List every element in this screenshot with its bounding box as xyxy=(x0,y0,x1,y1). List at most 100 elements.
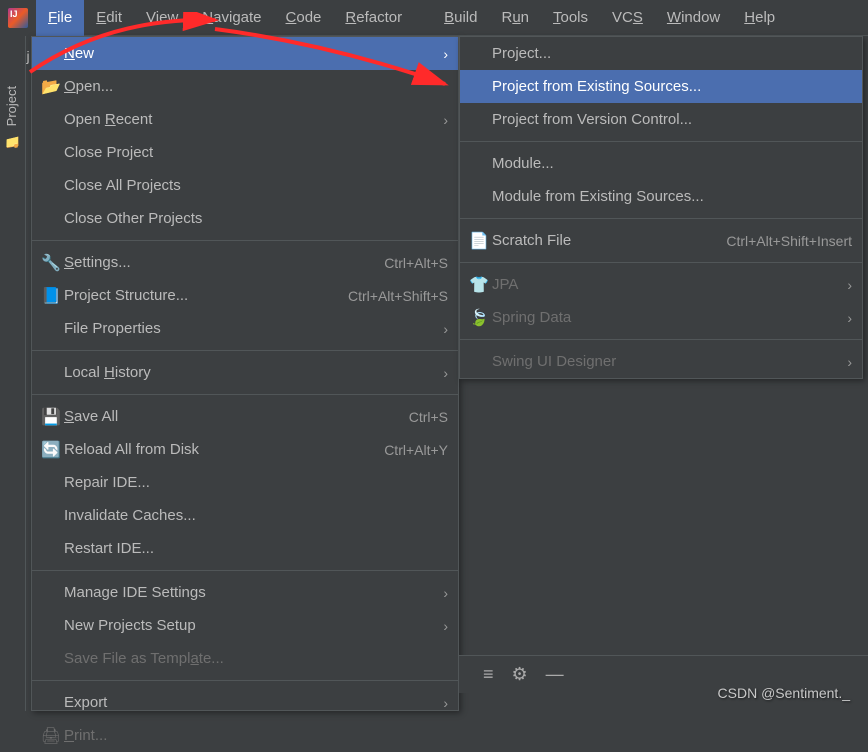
file-menu-item-local-history[interactable]: Local History› xyxy=(32,356,458,389)
menu-item-icon: 🖨 xyxy=(38,726,64,746)
file-menu-item-invalidate-caches[interactable]: Invalidate Caches... xyxy=(32,499,458,532)
menu-item-label: Project from Version Control... xyxy=(492,111,852,128)
menu-item-label: Project Structure... xyxy=(64,287,328,304)
new-menu-item-module[interactable]: Module... xyxy=(460,147,862,180)
file-menu-item-new[interactable]: New› xyxy=(32,37,458,70)
menu-item-shortcut: Ctrl+Alt+Shift+Insert xyxy=(706,233,852,249)
menu-item-label: Close Project xyxy=(64,144,448,161)
file-menu-item-open-recent[interactable]: Open Recent› xyxy=(32,103,458,136)
menu-item-label: Local History xyxy=(64,364,433,381)
new-menu-item-project-from-existing-sources[interactable]: Project from Existing Sources... xyxy=(460,70,862,103)
menu-item-label: Project from Existing Sources... xyxy=(492,78,852,95)
menu-item-label: New xyxy=(64,45,433,62)
file-menu-item-new-projects-setup[interactable]: New Projects Setup› xyxy=(32,609,458,642)
new-menu-separator xyxy=(460,141,862,142)
new-menu-separator xyxy=(460,262,862,263)
structure-icon[interactable]: ≡ xyxy=(483,664,494,685)
new-submenu-dropdown: Project... Project from Existing Sources.… xyxy=(459,36,863,379)
file-menu-item-save-all[interactable]: 💾Save AllCtrl+S xyxy=(32,400,458,433)
menu-item-label: Export xyxy=(64,694,433,711)
menu-item-label: Save All xyxy=(64,408,389,425)
new-menu-item-project[interactable]: Project... xyxy=(460,37,862,70)
watermark: CSDN @Sentiment._ xyxy=(718,685,850,701)
file-menu-separator xyxy=(32,394,458,395)
submenu-chevron-icon: › xyxy=(433,365,448,381)
menu-edit[interactable]: Edit xyxy=(84,0,134,36)
menu-item-label: New Projects Setup xyxy=(64,617,433,634)
new-menu-item-spring-data: 🍃Spring Data› xyxy=(460,301,862,334)
file-menu-item-restart-ide[interactable]: Restart IDE... xyxy=(32,532,458,565)
menu-build[interactable]: Build xyxy=(432,0,489,36)
menu-item-label: Restart IDE... xyxy=(64,540,448,557)
menu-vcs[interactable]: VCS xyxy=(600,0,655,36)
menu-item-label: Project... xyxy=(492,45,852,62)
new-menu-item-module-from-existing-sources[interactable]: Module from Existing Sources... xyxy=(460,180,862,213)
menu-item-label: Reload All from Disk xyxy=(64,441,364,458)
menu-item-label: File Properties xyxy=(64,320,433,337)
menu-item-shortcut: Ctrl+Alt+Y xyxy=(364,442,448,458)
file-menu-separator xyxy=(32,570,458,571)
file-menu-item-export[interactable]: Export› xyxy=(32,686,458,719)
menu-item-icon: 👕 xyxy=(466,275,492,295)
file-menu-item-repair-ide[interactable]: Repair IDE... xyxy=(32,466,458,499)
menu-window[interactable]: Window xyxy=(655,0,732,36)
file-menu-item-settings[interactable]: 🔧Settings...Ctrl+Alt+S xyxy=(32,246,458,279)
new-menu-item-scratch-file[interactable]: 📄Scratch FileCtrl+Alt+Shift+Insert xyxy=(460,224,862,257)
new-menu-separator xyxy=(460,218,862,219)
file-menu-item-manage-ide-settings[interactable]: Manage IDE Settings› xyxy=(32,576,458,609)
file-menu-dropdown: New›📂Open...Open Recent›Close ProjectClo… xyxy=(31,36,459,711)
file-menu-item-close-project[interactable]: Close Project xyxy=(32,136,458,169)
menu-code[interactable]: Code xyxy=(274,0,334,36)
menu-item-label: Repair IDE... xyxy=(64,474,448,491)
submenu-chevron-icon: › xyxy=(433,618,448,634)
menu-item-icon: 🔄 xyxy=(38,440,64,460)
submenu-chevron-icon: › xyxy=(433,321,448,337)
menu-item-icon: 💾 xyxy=(38,407,64,427)
menu-item-shortcut: Ctrl+Alt+Shift+S xyxy=(328,288,448,304)
file-menu-item-close-all-projects[interactable]: Close All Projects xyxy=(32,169,458,202)
menu-item-label: Module from Existing Sources... xyxy=(492,188,852,205)
submenu-chevron-icon: › xyxy=(433,695,448,711)
menu-item-label: Close Other Projects xyxy=(64,210,448,227)
menu-item-shortcut: Ctrl+Alt+S xyxy=(364,255,448,271)
menu-navigate[interactable]: Navigate xyxy=(190,0,273,36)
menu-item-shortcut: Ctrl+S xyxy=(389,409,448,425)
folder-icon: 📁 xyxy=(4,132,19,148)
new-menu-item-swing-ui-designer: Swing UI Designer› xyxy=(460,345,862,378)
menu-item-label: Manage IDE Settings xyxy=(64,584,433,601)
file-menu-item-reload-all-from-disk[interactable]: 🔄Reload All from DiskCtrl+Alt+Y xyxy=(32,433,458,466)
submenu-chevron-icon: › xyxy=(837,277,852,293)
file-menu-item-close-other-projects[interactable]: Close Other Projects xyxy=(32,202,458,235)
new-menu-item-jpa: 👕JPA› xyxy=(460,268,862,301)
menu-refactor[interactable]: Refactor xyxy=(333,0,414,36)
sidebar: 📁 Project xyxy=(0,36,26,711)
submenu-chevron-icon: › xyxy=(433,112,448,128)
menu-tools[interactable]: Tools xyxy=(541,0,600,36)
file-menu-separator xyxy=(32,240,458,241)
new-menu-item-project-from-version-control[interactable]: Project from Version Control... xyxy=(460,103,862,136)
menu-item-label: Close All Projects xyxy=(64,177,448,194)
menu-run[interactable]: Run xyxy=(489,0,541,36)
submenu-chevron-icon: › xyxy=(837,354,852,370)
menu-file[interactable]: File xyxy=(36,0,84,36)
menu-item-label: Spring Data xyxy=(492,309,837,326)
menu-view[interactable]: View xyxy=(134,0,190,36)
menu-item-icon: 🔧 xyxy=(38,253,64,273)
file-menu-item-project-structure[interactable]: 📘Project Structure...Ctrl+Alt+Shift+S xyxy=(32,279,458,312)
file-menu-item-open[interactable]: 📂Open... xyxy=(32,70,458,103)
new-menu-separator xyxy=(460,339,862,340)
minimize-icon[interactable]: — xyxy=(546,664,564,685)
menu-help[interactable]: Help xyxy=(732,0,787,36)
file-menu-item-file-properties[interactable]: File Properties› xyxy=(32,312,458,345)
settings-icon[interactable]: ⚙ xyxy=(512,664,528,685)
menu-item-label: Settings... xyxy=(64,254,364,271)
sidebar-tab-project[interactable]: 📁 Project xyxy=(0,76,23,158)
menu-item-icon: 📄 xyxy=(466,231,492,251)
menu-item-label: Module... xyxy=(492,155,852,172)
menu-item-icon: 🍃 xyxy=(466,308,492,328)
submenu-chevron-icon: › xyxy=(433,585,448,601)
menu-item-label: Open... xyxy=(64,78,448,95)
file-menu-item-print: 🖨Print... xyxy=(32,719,458,752)
menu-item-label: Swing UI Designer xyxy=(492,353,837,370)
menu-item-label: Scratch File xyxy=(492,232,706,249)
